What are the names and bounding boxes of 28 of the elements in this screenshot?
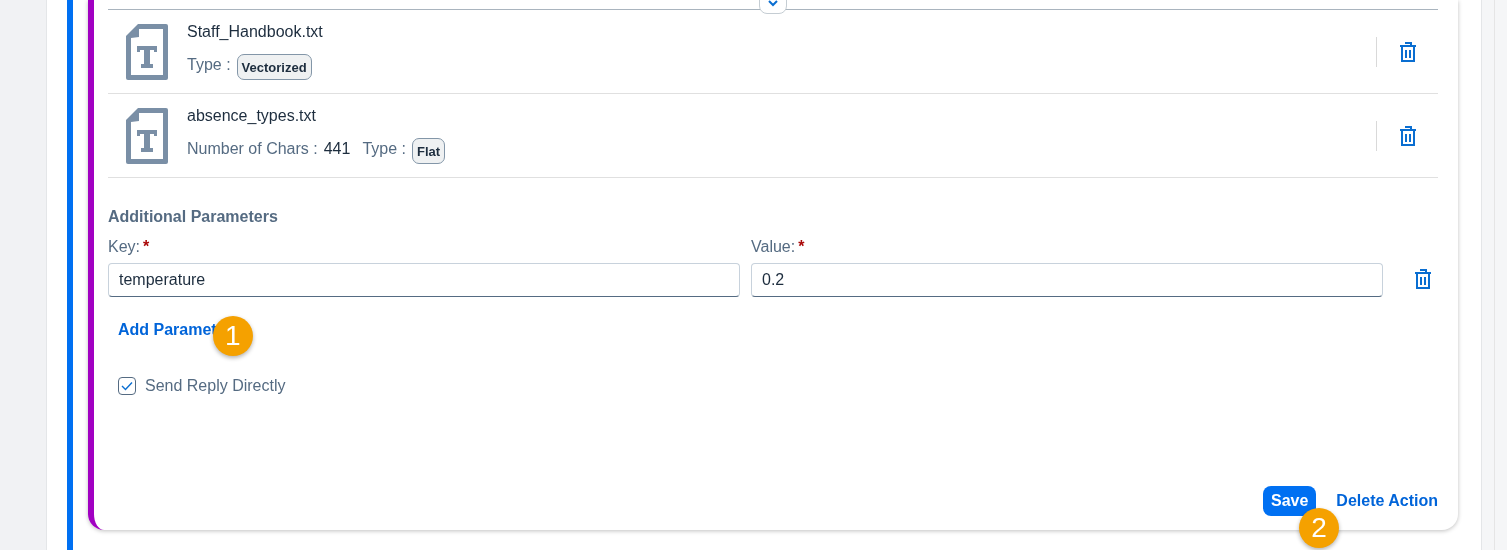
type-label: Type : bbox=[362, 139, 406, 158]
field-label: Value: * bbox=[751, 238, 806, 256]
file-name: absence_types.txt bbox=[187, 107, 317, 125]
delete-button[interactable] bbox=[1397, 39, 1419, 64]
save-button[interactable]: Save bbox=[1262, 486, 1317, 516]
checkbox-label: Send Reply Directly bbox=[145, 377, 286, 395]
section-title: Additional Parameters bbox=[108, 208, 279, 226]
text-file-icon bbox=[124, 21, 170, 82]
trash-icon bbox=[1399, 41, 1417, 62]
trash-icon bbox=[1414, 269, 1432, 289]
text-file-icon bbox=[124, 105, 170, 166]
delete-button[interactable] bbox=[1397, 123, 1419, 148]
chars-label: Number of Chars : bbox=[187, 139, 318, 158]
callout-badge: 2 bbox=[1298, 508, 1339, 548]
check-icon bbox=[121, 381, 133, 391]
key-field[interactable]: temperature bbox=[108, 263, 740, 297]
type-tag: Flat bbox=[412, 138, 446, 164]
delete-action-link[interactable]: Delete Action bbox=[1336, 492, 1438, 510]
type-label: Type : bbox=[187, 55, 231, 74]
delete-button[interactable] bbox=[1412, 267, 1434, 291]
type-tag: Vectorized bbox=[236, 54, 312, 80]
chars-value: 441 bbox=[323, 139, 351, 158]
trash-icon bbox=[1399, 125, 1417, 146]
chevron-down-icon bbox=[767, 0, 779, 7]
value-field[interactable]: 0.2 bbox=[751, 263, 1383, 297]
file-name: Staff_Handbook.txt bbox=[187, 23, 324, 41]
field-label: Key: * bbox=[108, 238, 151, 256]
checkbox[interactable] bbox=[118, 377, 136, 395]
